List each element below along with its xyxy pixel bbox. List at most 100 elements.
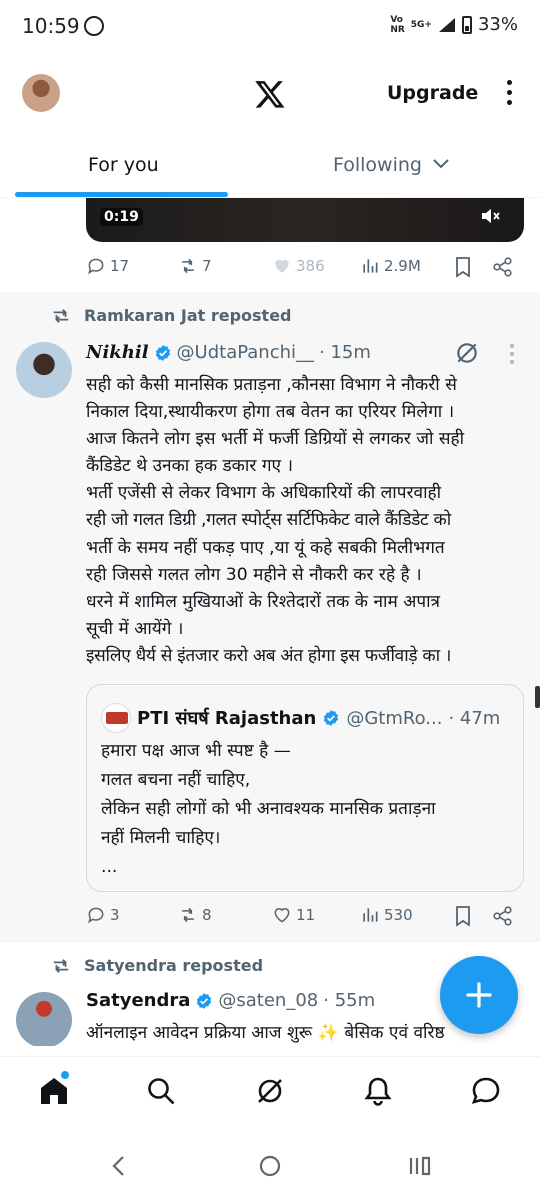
reply-count: 17 [110, 257, 130, 275]
active-tab-indicator [15, 192, 228, 197]
video-duration: 0:19 [100, 208, 143, 226]
mute-icon[interactable] [480, 206, 502, 226]
post-text-line: भर्ती के समय नहीं पकड़ पाए ,या यूं कहे स… [86, 537, 445, 558]
author-handle[interactable]: @UdtaPanchi__ [177, 342, 314, 363]
quoted-text-line: लेकिन सही लोगों को भी अनावश्यक मानसिक प्… [101, 799, 436, 819]
timeline-tabs: For you Following [0, 140, 540, 198]
messages-icon[interactable] [470, 1075, 502, 1107]
views-button[interactable]: 2.9M [360, 256, 421, 276]
compose-button[interactable] [440, 956, 518, 1034]
bottom-navigation [0, 1056, 540, 1128]
like-button[interactable]: 11 [272, 905, 315, 925]
view-count: 2.9M [384, 257, 421, 275]
post-text-line: धरने में शामिल मुखियाओं के रिश्तेदारों त… [86, 591, 441, 612]
reply-icon [88, 907, 104, 924]
repost-label: Ramkaran Jat reposted [84, 306, 292, 325]
quoted-post-header: PTI संघर्ष Rajasthan @GtmRo... · 47m [101, 703, 500, 733]
repost-icon [53, 308, 69, 323]
post-text-line: इसलिए धैर्य से इंतजार करो अब अंत होगा इस… [86, 645, 452, 666]
whatsapp-notification-icon [84, 16, 104, 36]
repost-label: Satyendra reposted [84, 956, 264, 975]
post-text-line: आज कितने लोग इस भर्ती में फर्जी डिग्रियो… [86, 429, 465, 450]
reply-button[interactable]: 3 [86, 905, 120, 925]
repost-context[interactable]: Satyendra reposted [50, 956, 263, 975]
x-logo-icon[interactable] [254, 78, 286, 110]
quoted-text-line: गलत बचना नहीं चाहिए, [101, 770, 251, 790]
post-text-line: कैंडिडेट थे उनका हक डकार गए । [86, 456, 293, 477]
post-text-line: निकाल दिया,स्थायीकरण होगा तब वेतन का एरि… [86, 402, 455, 423]
post-text-line: सूची में आयेंगे । [86, 618, 184, 639]
tab-following[interactable]: Following [333, 154, 450, 176]
author-name[interactable]: Satyendra [86, 990, 190, 1011]
status-time: 10:59 [22, 14, 80, 38]
post-time: · 55m [323, 990, 376, 1011]
search-icon[interactable] [145, 1075, 177, 1107]
like-count: 386 [296, 257, 325, 275]
author-handle[interactable]: @saten_08 [218, 990, 318, 1011]
divider [0, 941, 540, 942]
quoted-author-name: PTI संघर्ष Rajasthan [137, 708, 317, 729]
volte-indicator: Vo NR [390, 14, 405, 35]
views-button[interactable]: 530 [360, 905, 413, 925]
repost-icon [182, 258, 194, 274]
post-text-line: रही जो गलत डिग्री ,गलत स्पोर्ट्स सर्टिफि… [86, 510, 451, 531]
post-time: · 15m [319, 342, 371, 363]
post-text-line: भर्ती एजेंसी से लेकर विभाग के अधिकारियों… [86, 483, 442, 504]
quoted-text-line: हमारा पक्ष आज भी स्पष्ट है — [101, 741, 291, 761]
status-right: Vo NR 5G+ 33% [390, 14, 518, 35]
bookmark-icon[interactable] [453, 905, 473, 927]
chevron-down-icon [433, 159, 449, 169]
reply-button[interactable]: 17 [86, 256, 129, 276]
repost-icon [53, 958, 69, 973]
status-bar: 10:59 Vo NR 5G+ 33% [0, 0, 540, 56]
tab-following-label: Following [333, 154, 422, 176]
post-text-line: सही को कैसी मानसिक प्रताड़ना ,कौनसा विभा… [86, 375, 457, 395]
more-options-icon[interactable] [502, 80, 516, 108]
share-icon[interactable] [492, 256, 514, 278]
battery-icon [461, 15, 472, 34]
profile-avatar[interactable] [22, 74, 60, 112]
quoted-author-avatar [101, 703, 131, 733]
feed-cutoff [0, 1046, 540, 1056]
upgrade-button[interactable]: Upgrade [387, 82, 478, 104]
bookmark-icon[interactable] [453, 256, 473, 278]
top-header: Upgrade [0, 62, 540, 126]
signal-icon [438, 17, 455, 32]
author-avatar[interactable] [16, 342, 72, 398]
reply-icon [88, 258, 104, 275]
home-icon[interactable] [38, 1075, 70, 1107]
post-more-icon[interactable] [510, 344, 516, 366]
post-header: Nikhil @UdtaPanchi__ · 15m [86, 342, 371, 363]
video-player[interactable]: 0:19 [86, 198, 524, 242]
quoted-author-handle: @GtmRo... [346, 707, 443, 729]
tab-for-you[interactable]: For you [88, 154, 159, 176]
repost-context[interactable]: Ramkaran Jat reposted [50, 306, 292, 325]
quoted-post[interactable]: PTI संघर्ष Rajasthan @GtmRo... · 47m हमा… [86, 684, 524, 892]
grok-icon[interactable] [454, 340, 480, 366]
repost-button[interactable]: 8 [178, 905, 212, 925]
back-icon[interactable] [108, 1154, 132, 1178]
bell-icon[interactable] [362, 1075, 394, 1107]
author-avatar[interactable] [16, 992, 72, 1048]
share-icon[interactable] [492, 905, 514, 927]
post-text: सही को कैसी मानसिक प्रताड़ना ,कौनसा विभा… [86, 372, 526, 670]
views-icon [363, 259, 378, 273]
views-icon [363, 908, 378, 922]
like-count: 11 [296, 906, 316, 924]
home-circle-icon[interactable] [258, 1154, 282, 1178]
view-count: 530 [384, 906, 413, 924]
recents-icon[interactable] [408, 1154, 432, 1178]
network-type: 5G+ [410, 19, 432, 30]
grok-icon[interactable] [254, 1075, 286, 1107]
verified-badge-icon [197, 992, 212, 1009]
home-notification-dot [61, 1071, 69, 1079]
author-name[interactable]: Nikhil [86, 342, 149, 363]
verified-badge-icon [324, 710, 339, 726]
repost-icon [182, 907, 194, 923]
repost-count: 8 [202, 906, 212, 924]
reply-count: 3 [110, 906, 120, 924]
repost-button[interactable]: 7 [178, 256, 212, 276]
scrollbar-thumb[interactable] [535, 686, 540, 708]
like-button[interactable]: 386 [272, 256, 325, 276]
post-text-line: रही जिससे गलत लोग 30 महीने से नौकरी कर र… [86, 564, 422, 585]
